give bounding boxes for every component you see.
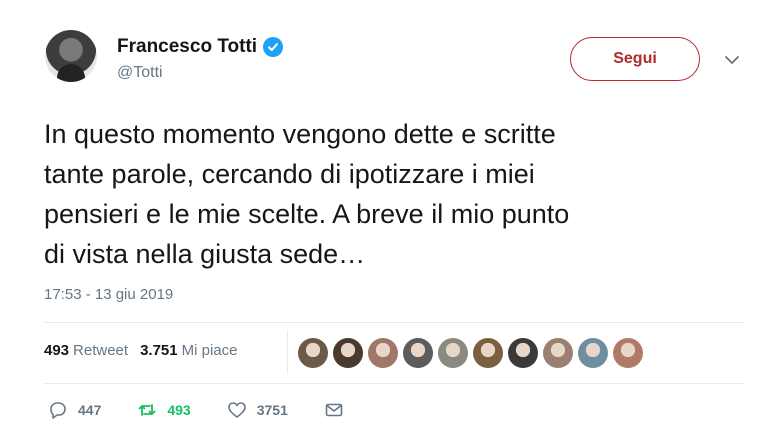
envelope-icon: [325, 403, 343, 417]
tweet-stats: 493 Retweet 3.751 Mi piace: [44, 342, 237, 359]
heart-icon: [227, 402, 246, 418]
tweet-actions: 447 493 3751: [48, 400, 380, 420]
tweet-timestamp[interactable]: 17:53 - 13 giu 2019: [44, 286, 173, 303]
retweet-count: 493: [167, 402, 191, 418]
tweet-text-line: di vista nella giusta sede…: [44, 239, 366, 269]
liker-avatar[interactable]: [543, 338, 573, 368]
liker-avatar[interactable]: [298, 338, 328, 368]
divider: [44, 322, 744, 323]
tweet-text-line: pensieri e le mie scelte. A breve il mio…: [44, 199, 570, 229]
tweet-text: In questo momento vengono dette e scritt…: [44, 114, 744, 274]
retweet-icon: [138, 404, 156, 416]
liker-avatar[interactable]: [438, 338, 468, 368]
chevron-down-icon[interactable]: [724, 54, 740, 66]
like-count: 3751: [256, 402, 288, 418]
direct-message-button[interactable]: [324, 400, 344, 420]
author-display-name[interactable]: Francesco Totti: [117, 36, 257, 58]
tweet-text-line: In questo momento vengono dette e scritt…: [44, 119, 556, 149]
follow-button[interactable]: Segui: [570, 37, 700, 81]
tweet-text-line: tante parole, cercando di ipotizzare i m…: [44, 159, 535, 189]
liker-avatar[interactable]: [333, 338, 363, 368]
liker-avatar[interactable]: [473, 338, 503, 368]
likers-avatars: [298, 338, 643, 368]
stats-separator: [287, 330, 288, 374]
author-name-row: Francesco Totti: [117, 36, 284, 58]
reply-icon: [50, 402, 66, 419]
like-button[interactable]: 3751: [227, 400, 288, 420]
liker-avatar[interactable]: [613, 338, 643, 368]
like-stat-label[interactable]: Mi piace: [182, 342, 238, 359]
retweet-stat-label[interactable]: Retweet: [73, 342, 128, 359]
liker-avatar[interactable]: [368, 338, 398, 368]
retweet-button[interactable]: 493: [137, 400, 191, 420]
verified-badge-icon: [263, 37, 284, 57]
divider: [44, 383, 744, 384]
liker-avatar[interactable]: [578, 338, 608, 368]
liker-avatar[interactable]: [403, 338, 433, 368]
reply-button[interactable]: 447: [48, 400, 101, 420]
retweet-stat-count[interactable]: 493: [44, 342, 69, 359]
reply-count: 447: [78, 402, 102, 418]
liker-avatar[interactable]: [508, 338, 538, 368]
author-avatar[interactable]: [45, 30, 97, 82]
like-stat-count[interactable]: 3.751: [140, 342, 178, 359]
author-handle[interactable]: @Totti: [117, 64, 163, 82]
